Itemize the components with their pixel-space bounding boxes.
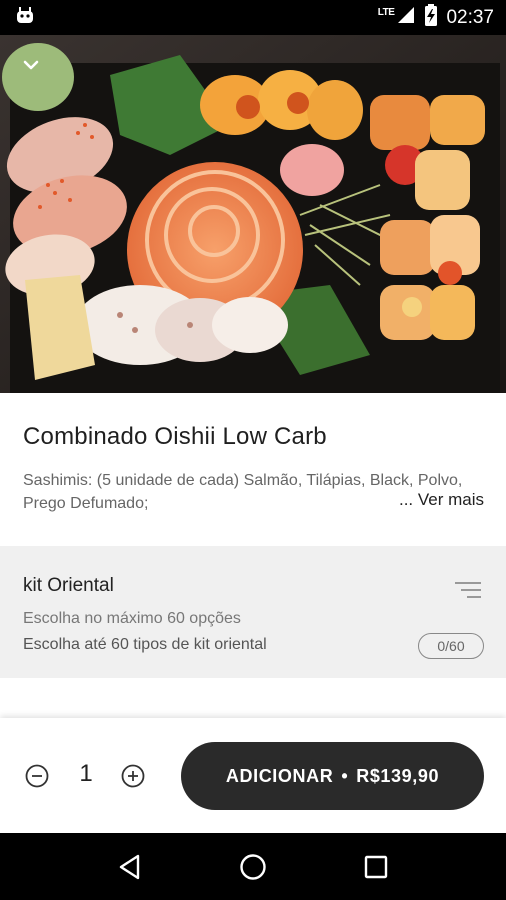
option-group-title: kit Oriental — [23, 575, 114, 596]
signal-icon — [396, 5, 416, 30]
chevron-down-icon — [23, 60, 39, 70]
add-button-price: R$139,90 — [356, 765, 440, 786]
battery-charging-icon — [424, 4, 438, 31]
status-bar: LTE 02:37 — [0, 0, 506, 35]
option-group-max: Escolha no máximo 60 opções — [23, 610, 241, 627]
nav-home-button[interactable] — [233, 847, 273, 887]
network-type: LTE — [377, 7, 395, 18]
product-title: Combinado Oishii Low Carb — [23, 423, 327, 450]
nav-recents-button[interactable] — [356, 847, 396, 887]
nav-back-button[interactable] — [110, 847, 150, 887]
add-button-separator: • — [341, 765, 349, 786]
option-item[interactable] — [0, 678, 506, 718]
increase-quantity-button[interactable] — [121, 764, 145, 788]
home-icon — [240, 853, 266, 880]
option-group-subtitle: Escolha até 60 tipos de kit oriental — [23, 636, 267, 653]
option-group[interactable]: kit Oriental Escolha no máximo 60 opções… — [0, 546, 506, 678]
add-button-label: ADICIONAR — [225, 765, 334, 786]
decrease-quantity-button[interactable] — [25, 764, 49, 788]
filter-icon — [455, 582, 481, 598]
clock: 02:37 — [446, 6, 494, 28]
quantity-value: 1 — [79, 760, 93, 787]
back-icon — [119, 854, 139, 879]
recents-icon — [365, 855, 388, 878]
collapse-button[interactable] — [22, 59, 58, 89]
android-icon — [14, 5, 36, 30]
system-nav-bar — [0, 833, 506, 900]
option-counter-badge: 0/60 — [418, 633, 484, 659]
see-more-link[interactable]: ... Ver mais — [394, 490, 484, 510]
product-details: Combinado Oishii Low Carb Sashimis: (5 u… — [0, 393, 506, 718]
add-to-cart-bar: 1 ADICIONAR • R$139,90 — [0, 718, 506, 833]
product-image — [0, 35, 506, 393]
add-to-cart-button[interactable]: ADICIONAR • R$139,90 — [181, 742, 484, 810]
